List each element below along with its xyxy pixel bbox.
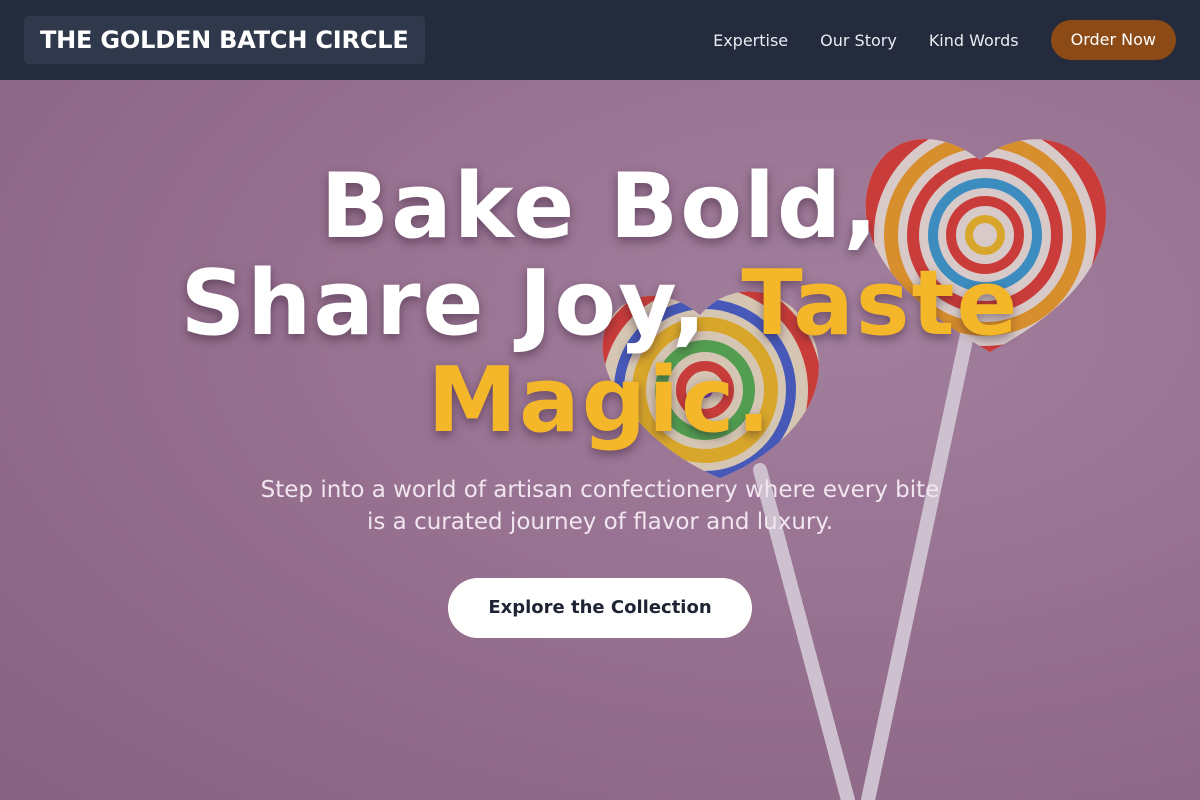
page: THE GOLDEN BATCH CIRCLE Expertise Our St… (0, 0, 1200, 800)
explore-collection-button[interactable]: Explore the Collection (448, 578, 752, 638)
main-nav: Expertise Our Story Kind Words Order Now (713, 20, 1176, 60)
hero-title-line-3: Magic. (427, 348, 773, 453)
site-logo[interactable]: THE GOLDEN BATCH CIRCLE (24, 16, 425, 64)
hero-title: Bake Bold, Share Joy, Taste Magic. (0, 158, 1200, 449)
nav-link-kind-words[interactable]: Kind Words (929, 31, 1019, 50)
hero-title-line-1: Bake Bold, (320, 154, 880, 259)
hero-subtitle: Step into a world of artisan confectione… (260, 477, 940, 535)
order-now-button[interactable]: Order Now (1050, 20, 1176, 60)
hero-title-white-part: Share Joy, (180, 251, 709, 356)
nav-link-expertise[interactable]: Expertise (713, 31, 788, 50)
hero-title-accent-part: Taste (741, 251, 1020, 356)
navbar: THE GOLDEN BATCH CIRCLE Expertise Our St… (0, 0, 1200, 80)
hero-title-line-2: Share Joy, Taste (0, 255, 1200, 352)
nav-link-our-story[interactable]: Our Story (820, 31, 897, 50)
